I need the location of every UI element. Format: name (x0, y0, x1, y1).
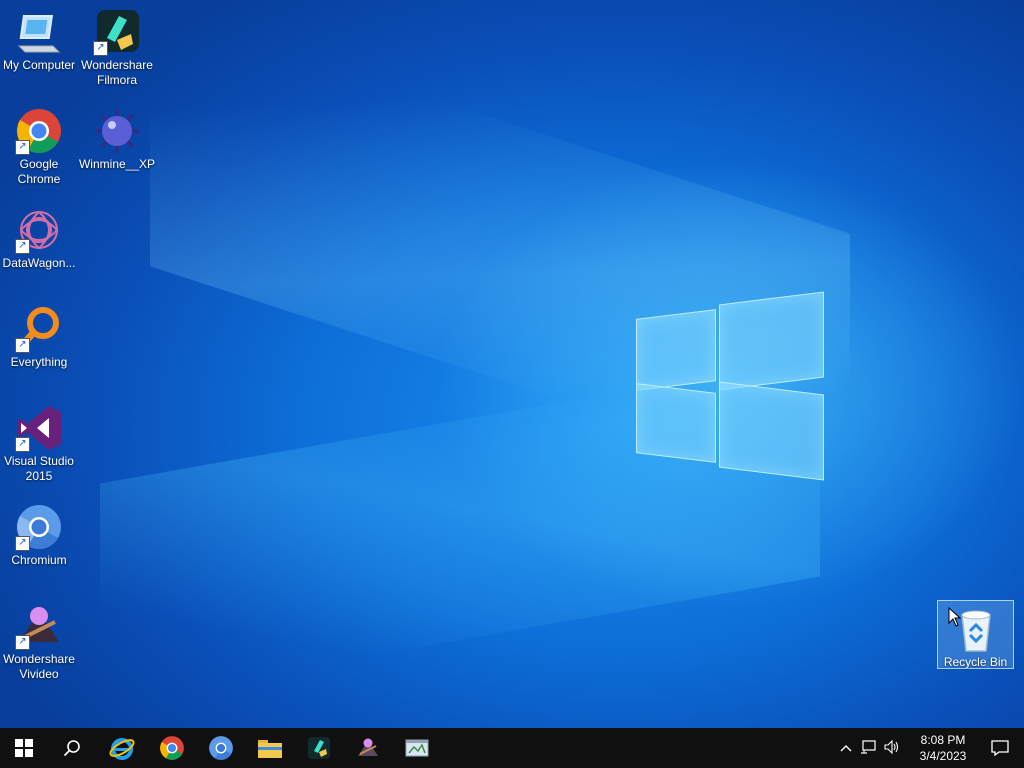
taskbar-chrome[interactable] (148, 728, 196, 768)
chromium-icon (209, 736, 233, 760)
internet-explorer-icon (109, 738, 135, 760)
taskbar: 8:08 PM 3/4/2023 (0, 728, 1024, 768)
desktop-icon-visual-studio-2015[interactable]: ↗ Visual Studio 2015 (0, 396, 78, 484)
start-button[interactable] (0, 728, 48, 768)
desktop-icon-wondershare-vivideo[interactable]: ↗ Wondershare Vivideo (0, 594, 78, 682)
notification-icon (991, 740, 1009, 757)
clock-time: 8:08 PM (920, 733, 966, 747)
windows-start-icon (15, 739, 33, 757)
chrome-icon: ↗ (15, 107, 63, 155)
chrome-icon (160, 736, 184, 760)
desktop-icon-my-computer[interactable]: My Computer (0, 0, 78, 73)
taskbar-file-explorer[interactable] (246, 728, 294, 768)
search-button[interactable] (48, 728, 96, 768)
taskbar-chromium[interactable] (197, 728, 245, 768)
clock-date: 3/4/2023 (919, 749, 967, 763)
mine-icon (93, 107, 141, 155)
chromium-icon: ↗ (15, 503, 63, 551)
search-icon (63, 740, 80, 757)
taskbar-internet-explorer[interactable] (98, 728, 146, 768)
desktop-icon-datawagon[interactable]: ↗ DataWagon... (0, 198, 78, 271)
folder-icon (258, 740, 282, 758)
app-window-icon (405, 739, 429, 757)
desktop-icon-google-chrome[interactable]: ↗ Google Chrome (0, 99, 78, 187)
taskbar-filmora[interactable] (295, 728, 343, 768)
visual-studio-icon: ↗ (15, 404, 63, 452)
desktop-icon-winmine-xp[interactable]: Winmine__XP (78, 99, 156, 172)
filmora-icon (308, 737, 330, 759)
action-center-button[interactable] (976, 728, 1024, 768)
computer-icon (15, 8, 63, 56)
taskbar-app-window[interactable] (393, 728, 441, 768)
vivideo-icon (358, 738, 378, 756)
desktop-icon-chromium[interactable]: ↗ Chromium (0, 495, 78, 568)
taskbar-clock[interactable]: 8:08 PM 3/4/2023 (910, 732, 976, 764)
vivideo-icon: ↗ (15, 602, 63, 650)
desktop-icon-wondershare-filmora[interactable]: ↗ Wondershare Filmora (78, 0, 156, 88)
everything-icon: ↗ (15, 305, 63, 353)
network-icon[interactable] (856, 739, 880, 757)
show-hidden-icons-chevron-icon[interactable] (836, 741, 856, 755)
filmora-icon: ↗ (93, 8, 141, 56)
taskbar-vivideo[interactable] (344, 728, 392, 768)
mouse-pointer-icon (948, 607, 962, 627)
desktop-icon-everything[interactable]: ↗ Everything (0, 297, 78, 370)
volume-icon[interactable] (880, 739, 904, 757)
datawagon-icon: ↗ (15, 206, 63, 254)
wallpaper-windows-logo (636, 290, 824, 481)
system-tray (836, 728, 904, 768)
